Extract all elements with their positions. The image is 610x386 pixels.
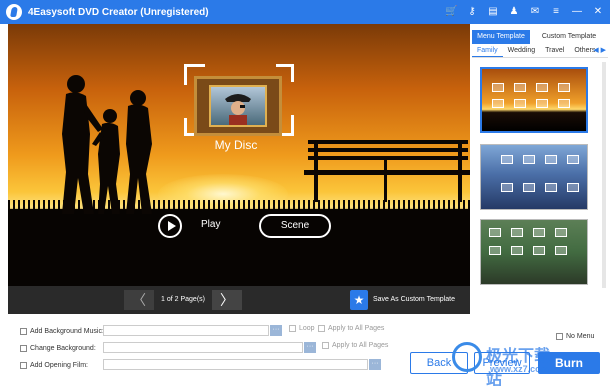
template-thumb-slot [558,99,570,108]
back-button[interactable]: Back [410,352,468,374]
feedback-icon[interactable]: ✉ [529,0,541,24]
loop-label: Loop [299,325,315,332]
preview-page-bar: 〈 1 of 2 Page(s) 〉 ★ Save As Custom Temp… [8,286,470,314]
background-music-path-input[interactable] [103,325,269,336]
disc-thumbnail[interactable] [194,76,282,136]
minimize-icon[interactable]: — [571,0,583,24]
change-background-checkbox[interactable] [20,344,27,352]
template-thumb-slot [489,228,501,237]
template-thumb-slot [567,155,579,164]
add-opening-film-row: Add Opening Film: [20,359,88,371]
tab-travel[interactable]: Travel [540,45,569,57]
title-bar: 4Easysoft DVD Creator (Unregistered) 🛒 ⚷… [0,0,610,24]
template-thumb-slot [545,183,557,192]
category-scroll-arrows[interactable]: ◀ ▶ [593,45,606,57]
tab-custom-template[interactable]: Custom Template [532,30,606,44]
template-thumb-slot [533,228,545,237]
template-thumbnail[interactable] [480,144,588,210]
template-thumb-slot [536,99,548,108]
category-tabs: Family Wedding Travel Others ◀ ▶ [472,45,608,58]
apply-all-music-checkbox[interactable] [318,325,325,332]
template-thumb-slot [501,155,513,164]
no-menu-checkbox[interactable] [556,333,563,340]
user-icon[interactable]: ♟ [508,0,520,24]
add-background-music-row: Add Background Music: [20,325,104,337]
menu-icon[interactable]: ≡ [550,0,562,24]
window-title: 4Easysoft DVD Creator (Unregistered) [28,6,209,18]
template-thumb-slot [514,83,526,92]
template-thumb-slot [489,246,501,255]
bench-silhouette [304,140,470,202]
add-opening-film-checkbox[interactable] [20,361,27,369]
burn-button[interactable]: Burn [538,352,600,374]
template-thumb-slot [558,83,570,92]
loop-checkbox[interactable] [289,325,296,332]
no-menu-label: No Menu [566,333,595,340]
apply-all-music-label: Apply to All Pages [328,325,385,332]
template-thumb-slot [511,228,523,237]
template-thumb-slot [567,183,579,192]
apply-all-background-checkbox[interactable] [322,342,329,349]
change-background-row: Change Background: [20,342,96,354]
template-thumbnail-selected[interactable] [480,67,588,133]
add-opening-film-label: Add Opening Film: [30,361,88,369]
no-menu-option[interactable]: No Menu [556,333,594,340]
star-icon[interactable]: ★ [350,290,368,310]
save-as-custom-template-button[interactable]: Save As Custom Template [373,286,455,314]
template-scrollbar[interactable] [602,62,606,288]
close-icon[interactable]: ✕ [592,0,604,24]
app-logo-icon [6,4,22,20]
background-image-path-input[interactable] [103,342,303,353]
add-background-music-label: Add Background Music: [30,327,104,335]
add-background-music-checkbox[interactable] [20,327,27,335]
template-thumb-slot [514,99,526,108]
menu-preview: My Disc Play Scene [8,24,470,286]
template-thumb-slot [555,228,567,237]
template-thumb-slot [536,83,548,92]
pirate-figure-icon [225,94,251,125]
preview-button[interactable]: Preview [474,352,530,374]
apply-all-music-option[interactable]: Apply to All Pages [318,325,384,332]
template-thumb-slot [492,83,504,92]
tab-family[interactable]: Family [472,45,503,57]
pirate-thumbnail-image [209,85,267,127]
apply-all-background-option[interactable]: Apply to All Pages [322,342,388,349]
cart-icon[interactable]: 🛒 [445,0,457,24]
play-icon[interactable] [158,214,182,238]
template-list [474,62,600,288]
tab-wedding[interactable]: Wedding [503,45,541,57]
disc-title-text[interactable]: My Disc [206,138,266,152]
template-thumbnail[interactable] [480,219,588,285]
template-thumb-slot [533,246,545,255]
page-indicator: 1 of 2 Page(s) [161,296,205,303]
browse-background-button[interactable]: ··· [304,342,316,353]
loop-option[interactable]: Loop [289,325,315,332]
template-thumb-slot [492,99,504,108]
template-thumb-slot [511,246,523,255]
apply-all-background-label: Apply to All Pages [332,342,389,349]
template-thumb-slot [555,246,567,255]
scene-button[interactable]: Scene [259,214,331,238]
next-page-button[interactable]: 〉 [212,290,242,310]
tab-menu-template[interactable]: Menu Template [472,30,530,44]
browse-music-button[interactable]: ··· [270,325,282,336]
template-thumb-slot [523,155,535,164]
opening-film-path-input[interactable] [103,359,368,370]
play-button-label[interactable]: Play [201,219,220,230]
previous-page-button[interactable]: 〈 [124,290,154,310]
key-icon[interactable]: ⚷ [466,0,478,24]
title-bar-icons: 🛒 ⚷ ▤ ♟ ✉ ≡ — ✕ [445,0,604,24]
browse-opening-film-button[interactable]: ··· [369,359,381,370]
template-thumb-slot [501,183,513,192]
template-thumb-slot [523,183,535,192]
ground [8,209,470,286]
change-background-label: Change Background: [30,344,96,352]
family-silhouette [62,75,152,214]
template-type-tabs: Menu Template Custom Template [472,30,608,44]
file-icon[interactable]: ▤ [487,0,499,24]
template-thumb-slot [545,155,557,164]
